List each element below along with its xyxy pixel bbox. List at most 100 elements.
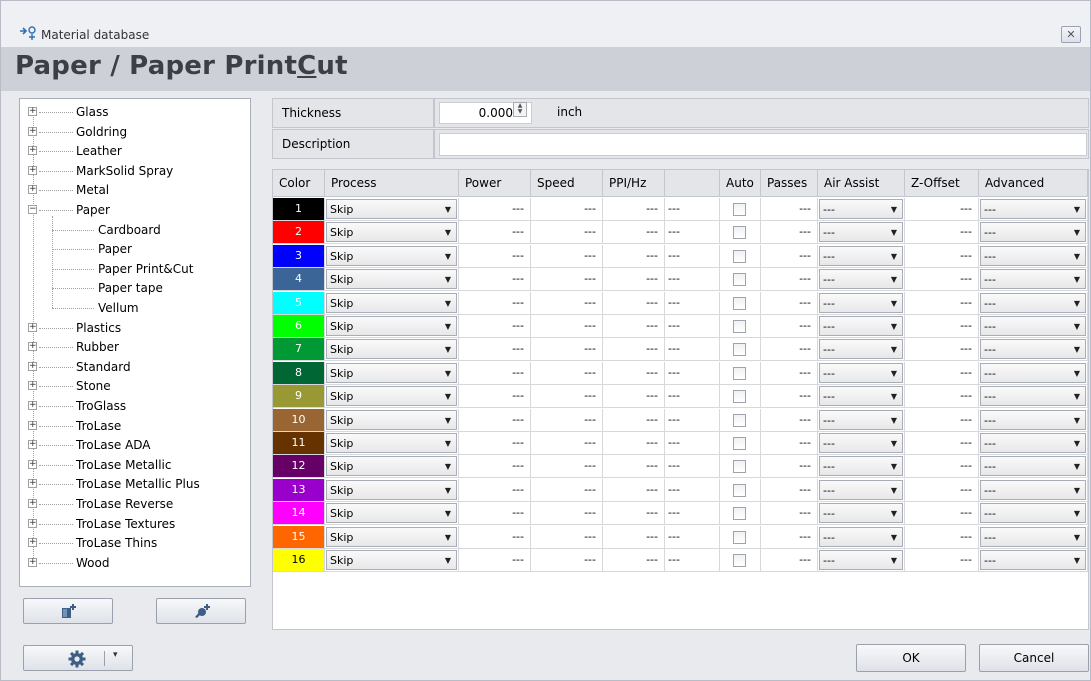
air-assist-dropdown-select[interactable]: --- ▼ — [819, 269, 903, 290]
process-dropdown-select[interactable]: Skip ▼ — [326, 292, 457, 313]
chevron-down-icon[interactable]: ▼ — [442, 504, 454, 523]
power-cell[interactable]: --- — [459, 432, 531, 455]
power-cell[interactable]: --- — [459, 291, 531, 315]
auto-checkbox[interactable] — [733, 320, 746, 333]
color-swatch[interactable]: 11 — [273, 432, 325, 455]
z-offset-cell[interactable]: --- — [905, 525, 979, 549]
power-cell[interactable]: --- — [459, 338, 531, 362]
process-dropdown-select[interactable]: Skip ▼ — [326, 433, 457, 453]
ppi-unit-cell[interactable]: --- — [665, 338, 720, 362]
air-assist-dropdown-select[interactable]: --- ▼ — [819, 409, 903, 430]
chevron-down-icon[interactable]: ▼ — [442, 411, 454, 430]
process-dropdown-select[interactable]: Skip ▼ — [326, 456, 457, 477]
process-dropdown[interactable]: Skip ▼ — [325, 361, 459, 385]
ppi-unit-cell[interactable]: --- — [665, 291, 720, 315]
process-dropdown[interactable]: Skip ▼ — [325, 502, 459, 526]
description-input[interactable] — [439, 133, 1087, 156]
expand-icon[interactable]: + — [28, 361, 37, 371]
air-assist-dropdown-select[interactable]: --- ▼ — [819, 456, 903, 477]
chevron-down-icon[interactable]: ▼ — [1071, 481, 1083, 500]
process-dropdown[interactable]: Skip ▼ — [325, 268, 459, 292]
process-dropdown-select[interactable]: Skip ▼ — [326, 245, 457, 266]
advanced-dropdown[interactable]: --- ▼ — [979, 432, 1088, 455]
chevron-down-icon[interactable]: ▼ — [888, 504, 900, 523]
chevron-down-icon[interactable]: ▼ — [442, 434, 454, 453]
color-swatch[interactable]: 3 — [273, 244, 325, 268]
ppi-unit-cell[interactable]: --- — [665, 198, 720, 221]
chevron-down-icon[interactable]: ▼ — [888, 387, 900, 406]
thickness-spinner[interactable]: ▲ ▼ — [513, 102, 527, 117]
z-offset-cell[interactable]: --- — [905, 268, 979, 292]
z-offset-cell[interactable]: --- — [905, 244, 979, 268]
process-dropdown-select[interactable]: Skip ▼ — [326, 316, 457, 336]
advanced-dropdown[interactable]: --- ▼ — [979, 291, 1088, 315]
passes-cell[interactable]: --- — [761, 432, 818, 455]
process-dropdown-select[interactable]: Skip ▼ — [326, 199, 457, 219]
chevron-down-icon[interactable]: ▼ — [888, 340, 900, 359]
auto-checkbox[interactable] — [733, 483, 746, 497]
auto-checkbox[interactable] — [733, 203, 746, 216]
chevron-down-icon[interactable]: ▼ — [888, 551, 900, 570]
passes-cell[interactable]: --- — [761, 502, 818, 526]
advanced-dropdown-select[interactable]: --- ▼ — [980, 199, 1086, 219]
passes-cell[interactable]: --- — [761, 268, 818, 292]
auto-checkbox[interactable] — [733, 296, 746, 310]
speed-cell[interactable]: --- — [531, 432, 603, 455]
speed-cell[interactable]: --- — [531, 361, 603, 385]
chevron-down-icon[interactable]: ▼ — [888, 317, 900, 336]
advanced-dropdown[interactable]: --- ▼ — [979, 525, 1088, 549]
chevron-down-icon[interactable]: ▼ — [888, 200, 900, 219]
passes-cell[interactable]: --- — [761, 361, 818, 385]
process-dropdown-select[interactable]: Skip ▼ — [326, 269, 457, 290]
color-swatch[interactable]: 5 — [273, 291, 325, 315]
color-swatch[interactable]: 15 — [273, 525, 325, 549]
advanced-dropdown[interactable]: --- ▼ — [979, 338, 1088, 362]
chevron-down-icon[interactable]: ▼ — [442, 457, 454, 476]
auto-checkbox[interactable] — [733, 554, 746, 567]
power-cell[interactable]: --- — [459, 455, 531, 479]
expand-icon[interactable]: + — [28, 185, 37, 195]
air-assist-dropdown[interactable]: --- ▼ — [818, 198, 905, 221]
air-assist-dropdown[interactable]: --- ▼ — [818, 478, 905, 502]
passes-cell[interactable]: --- — [761, 221, 818, 245]
z-offset-cell[interactable]: --- — [905, 221, 979, 245]
power-cell[interactable]: --- — [459, 361, 531, 385]
ppi-unit-cell[interactable]: --- — [665, 478, 720, 502]
process-dropdown-select[interactable]: Skip ▼ — [326, 526, 457, 547]
z-offset-cell[interactable]: --- — [905, 338, 979, 362]
add-material-button[interactable] — [23, 598, 113, 624]
speed-cell[interactable]: --- — [531, 502, 603, 526]
advanced-dropdown-select[interactable]: --- ▼ — [980, 550, 1086, 570]
expand-icon[interactable]: + — [28, 401, 37, 410]
air-assist-dropdown[interactable]: --- ▼ — [818, 549, 905, 572]
chevron-down-icon[interactable]: ▼ — [1071, 223, 1083, 242]
chevron-down-icon[interactable]: ▼ — [442, 223, 454, 242]
chevron-down-icon[interactable]: ▼ — [1071, 247, 1083, 266]
cancel-button[interactable]: Cancel — [979, 644, 1089, 672]
settings-dropdown-caret[interactable]: ▾ — [113, 650, 118, 660]
chevron-down-icon[interactable]: ▼ — [1071, 340, 1083, 359]
air-assist-dropdown-select[interactable]: --- ▼ — [819, 550, 903, 570]
advanced-dropdown[interactable]: --- ▼ — [979, 408, 1088, 432]
expand-icon[interactable]: + — [28, 381, 37, 391]
process-dropdown-select[interactable]: Skip ▼ — [326, 362, 457, 383]
power-cell[interactable]: --- — [459, 198, 531, 221]
process-dropdown[interactable]: Skip ▼ — [325, 525, 459, 549]
ppi-unit-cell[interactable]: --- — [665, 432, 720, 455]
expand-icon[interactable]: + — [28, 499, 37, 508]
chevron-down-icon[interactable]: ▼ — [1071, 294, 1083, 313]
passes-cell[interactable]: --- — [761, 478, 818, 502]
ppi-cell[interactable]: --- — [603, 361, 665, 385]
air-assist-dropdown-select[interactable]: --- ▼ — [819, 526, 903, 547]
color-swatch[interactable]: 10 — [273, 408, 325, 432]
power-cell[interactable]: --- — [459, 268, 531, 292]
advanced-dropdown[interactable]: --- ▼ — [979, 315, 1088, 338]
speed-cell[interactable]: --- — [531, 268, 603, 292]
ppi-cell[interactable]: --- — [603, 244, 665, 268]
advanced-dropdown-select[interactable]: --- ▼ — [980, 245, 1086, 266]
advanced-dropdown[interactable]: --- ▼ — [979, 502, 1088, 526]
color-swatch[interactable]: 4 — [273, 268, 325, 292]
chevron-down-icon[interactable]: ▼ — [1071, 200, 1083, 219]
air-assist-dropdown-select[interactable]: --- ▼ — [819, 362, 903, 383]
chevron-down-icon[interactable]: ▼ — [888, 223, 900, 242]
